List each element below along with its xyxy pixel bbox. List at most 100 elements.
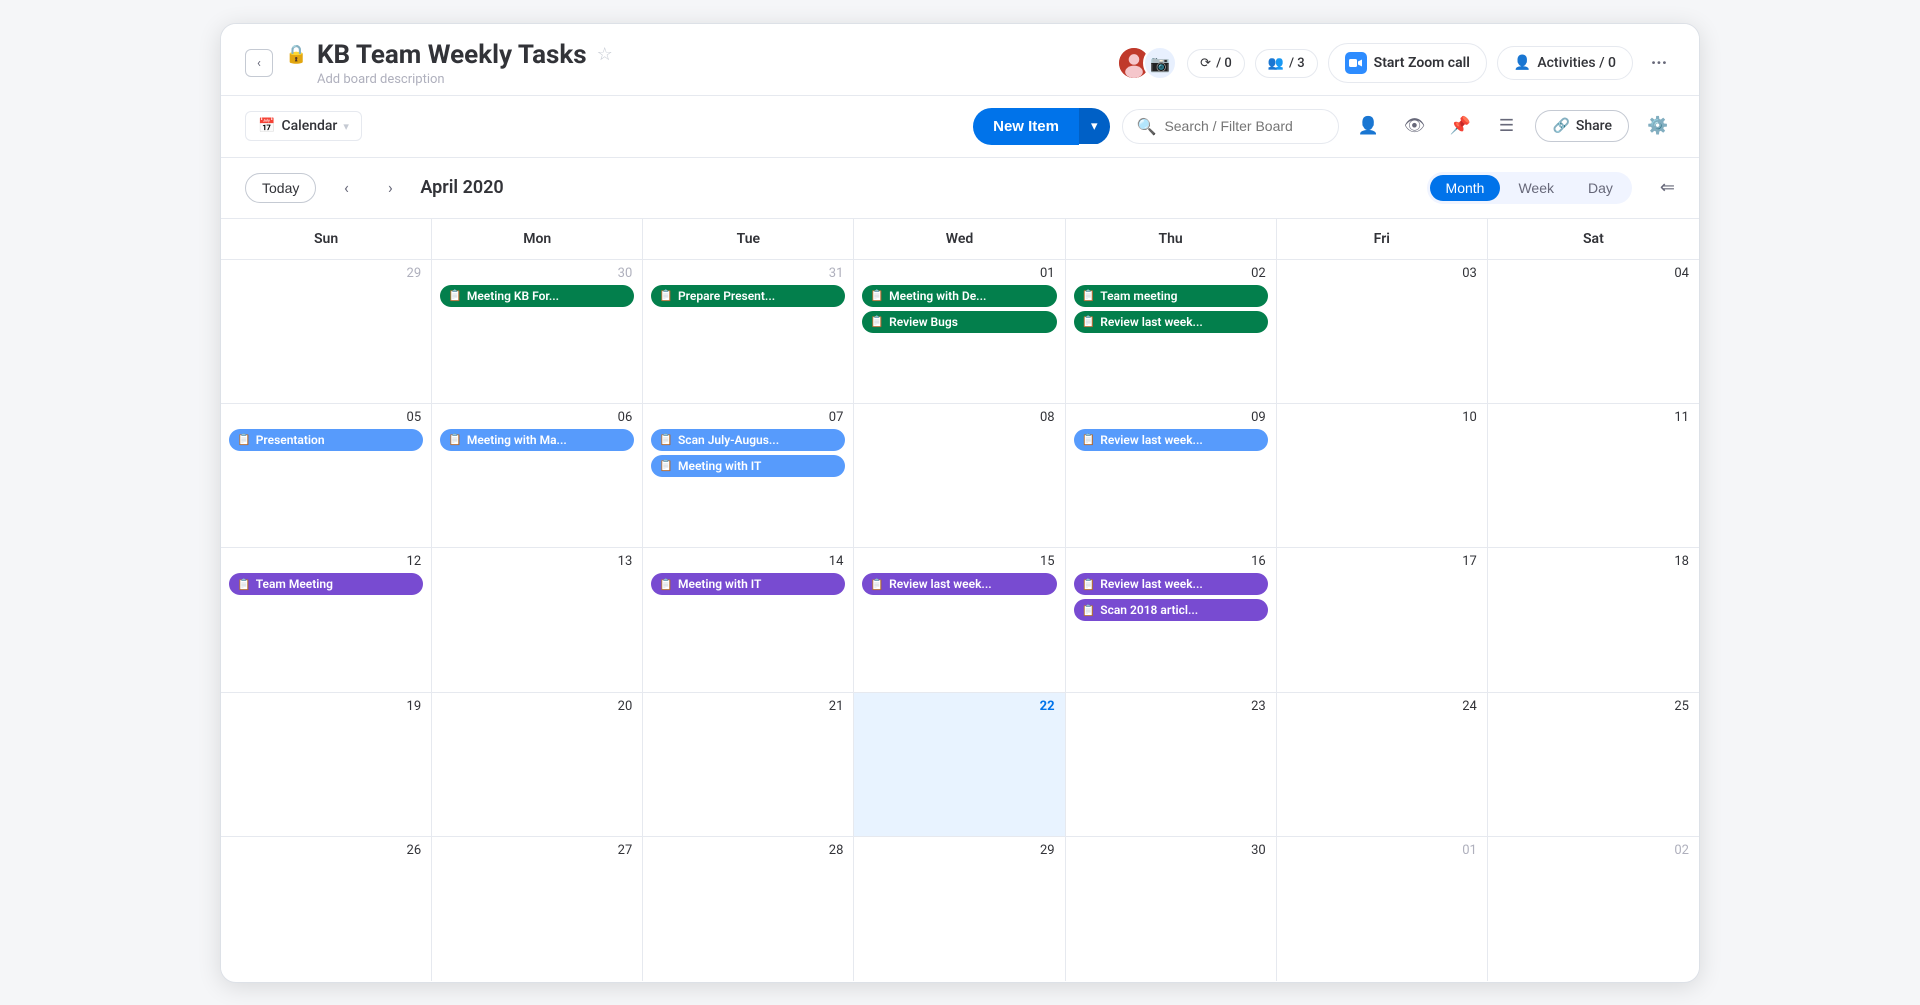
cell-01[interactable]: 01 📋 Meeting with De... 📋 Review Bugs [854, 260, 1065, 403]
event-label: Team meeting [1100, 289, 1177, 303]
updates-icon: ⟳ [1200, 56, 1211, 71]
calendar-week-4: 19 20 21 22 23 24 25 [221, 693, 1699, 837]
cell-01-next[interactable]: 01 [1277, 837, 1488, 981]
event-review-last-3[interactable]: 📋 Review last week... [862, 573, 1056, 595]
cell-30-prev[interactable]: 30 📋 Meeting KB For... [432, 260, 643, 403]
cell-number: 08 [862, 410, 1056, 425]
event-meeting-it-1[interactable]: 📋 Meeting with IT [651, 455, 845, 477]
collapse-button[interactable]: ⇐ [1660, 177, 1675, 198]
event-label: Scan 2018 articl... [1100, 603, 1198, 617]
sidebar-toggle[interactable]: ‹ [245, 49, 273, 77]
cell-29-prev[interactable]: 29 [221, 260, 432, 403]
person-filter-button[interactable]: 👤 [1351, 109, 1385, 143]
cell-02[interactable]: 02 📋 Team meeting 📋 Review last week... [1066, 260, 1277, 403]
month-view-button[interactable]: Month [1430, 175, 1501, 201]
cell-18[interactable]: 18 [1488, 548, 1699, 691]
cell-07[interactable]: 07 📋 Scan July-Augus... 📋 Meeting with I… [643, 404, 854, 547]
invite-button[interactable]: 👥 / 3 [1255, 49, 1318, 78]
cell-09[interactable]: 09 📋 Review last week... [1066, 404, 1277, 547]
today-button[interactable]: Today [245, 173, 316, 203]
event-review-bugs[interactable]: 📋 Review Bugs [862, 311, 1056, 333]
event-icon: 📋 [870, 289, 884, 302]
cell-08[interactable]: 08 [854, 404, 1065, 547]
cell-14[interactable]: 14 📋 Meeting with IT [643, 548, 854, 691]
event-prepare[interactable]: 📋 Prepare Present... [651, 285, 845, 307]
hide-button[interactable]: 👁 [1397, 109, 1431, 143]
cell-27[interactable]: 27 [432, 837, 643, 981]
event-presentation[interactable]: 📋 Presentation [229, 429, 423, 451]
next-month-button[interactable]: › [376, 174, 404, 202]
cell-03[interactable]: 03 [1277, 260, 1488, 403]
zoom-button[interactable]: Start Zoom call [1328, 43, 1487, 83]
cell-28[interactable]: 28 [643, 837, 854, 981]
cell-19[interactable]: 19 [221, 693, 432, 836]
event-review-last-1[interactable]: 📋 Review last week... [1074, 311, 1268, 333]
pin-button[interactable]: 📌 [1443, 109, 1477, 143]
cell-15[interactable]: 15 📋 Review last week... [854, 548, 1065, 691]
activities-button[interactable]: 👤 Activities / 0 [1497, 46, 1633, 80]
event-review-last-2[interactable]: 📋 Review last week... [1074, 429, 1268, 451]
cell-02-next[interactable]: 02 [1488, 837, 1699, 981]
search-input[interactable] [1164, 118, 1324, 134]
cell-number: 17 [1285, 554, 1479, 569]
event-scan-july[interactable]: 📋 Scan July-Augus... [651, 429, 845, 451]
cell-12[interactable]: 12 📋 Team Meeting [221, 548, 432, 691]
calendar-label: Calendar [281, 118, 337, 134]
cell-31-prev[interactable]: 31 📋 Prepare Present... [643, 260, 854, 403]
cell-16[interactable]: 16 📋 Review last week... 📋 Scan 2018 art… [1066, 548, 1277, 691]
prev-month-button[interactable]: ‹ [332, 174, 360, 202]
new-item-dropdown[interactable]: ▾ [1079, 108, 1110, 144]
cell-22-today[interactable]: 22 [854, 693, 1065, 836]
share-button[interactable]: 🔗 Share [1535, 110, 1629, 142]
event-meeting-it-2[interactable]: 📋 Meeting with IT [651, 573, 845, 595]
more-button[interactable]: ··· [1643, 47, 1675, 79]
new-item-main[interactable]: New Item [973, 108, 1079, 145]
cell-25[interactable]: 25 [1488, 693, 1699, 836]
cell-number: 18 [1496, 554, 1691, 569]
cell-06[interactable]: 06 📋 Meeting with Ma... [432, 404, 643, 547]
day-header-tue: Tue [643, 219, 854, 259]
day-header-wed: Wed [854, 219, 1065, 259]
event-meeting-kb[interactable]: 📋 Meeting KB For... [440, 285, 634, 307]
cell-23[interactable]: 23 [1066, 693, 1277, 836]
cell-17[interactable]: 17 [1277, 548, 1488, 691]
event-team-meeting-1[interactable]: 📋 Team meeting [1074, 285, 1268, 307]
updates-button[interactable]: ⟳ / 0 [1187, 49, 1245, 78]
star-icon[interactable]: ☆ [597, 44, 613, 65]
cell-05[interactable]: 05 📋 Presentation [221, 404, 432, 547]
days-header: Sun Mon Tue Wed Thu Fri Sat [221, 219, 1699, 260]
cell-21[interactable]: 21 [643, 693, 854, 836]
event-label: Meeting with De... [889, 289, 986, 303]
cell-24[interactable]: 24 [1277, 693, 1488, 836]
cell-26[interactable]: 26 [221, 837, 432, 981]
avatar-camera[interactable]: 📷 [1143, 46, 1177, 80]
cell-11[interactable]: 11 [1488, 404, 1699, 547]
event-icon: 📋 [237, 578, 251, 591]
activities-label: Activities / 0 [1537, 55, 1616, 71]
calendar-view-button[interactable]: 📅 Calendar ▾ [245, 111, 362, 141]
settings-button[interactable]: ⚙️ [1641, 109, 1675, 143]
cell-10[interactable]: 10 [1277, 404, 1488, 547]
event-meeting-ma[interactable]: 📋 Meeting with Ma... [440, 429, 634, 451]
cell-20[interactable]: 20 [432, 693, 643, 836]
event-label: Prepare Present... [678, 289, 775, 303]
event-label: Meeting with Ma... [467, 433, 567, 447]
new-item-button[interactable]: New Item ▾ [973, 108, 1109, 145]
search-box[interactable]: 🔍 [1122, 109, 1340, 144]
cell-13[interactable]: 13 [432, 548, 643, 691]
cell-number: 13 [440, 554, 634, 569]
board-description[interactable]: Add board description [317, 72, 1117, 87]
event-team-meeting-2[interactable]: 📋 Team Meeting [229, 573, 423, 595]
event-label: Review last week... [889, 577, 992, 591]
event-meeting-de[interactable]: 📋 Meeting with De... [862, 285, 1056, 307]
day-view-button[interactable]: Day [1572, 175, 1629, 201]
week-view-button[interactable]: Week [1502, 175, 1570, 201]
event-scan-2018[interactable]: 📋 Scan 2018 articl... [1074, 599, 1268, 621]
cell-04[interactable]: 04 [1488, 260, 1699, 403]
filter-button[interactable]: ☰ [1489, 109, 1523, 143]
cell-29-apr[interactable]: 29 [854, 837, 1065, 981]
cell-30-apr[interactable]: 30 [1066, 837, 1277, 981]
cell-number: 09 [1074, 410, 1268, 425]
board-title-row: 🔒 KB Team Weekly Tasks ☆ [285, 40, 1117, 70]
event-review-last-4[interactable]: 📋 Review last week... [1074, 573, 1268, 595]
